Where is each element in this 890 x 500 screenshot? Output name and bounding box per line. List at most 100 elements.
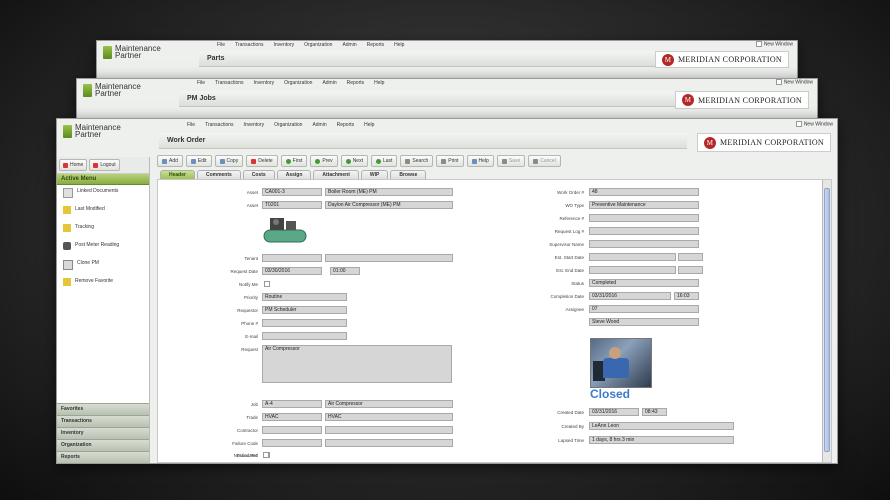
- sidebar-section-transactions[interactable]: Transactions: [57, 415, 149, 427]
- new-window-link[interactable]: New Window: [756, 41, 793, 47]
- tenant-field[interactable]: [262, 254, 322, 262]
- asset-field[interactable]: CA001-3: [262, 188, 322, 196]
- sidebar-item-linked-documents[interactable]: Linked Documents: [57, 185, 149, 203]
- request-time-field[interactable]: 01:00: [330, 267, 360, 275]
- assignee-name-field[interactable]: Steve Wood: [589, 318, 699, 326]
- last-button[interactable]: Last: [370, 155, 398, 167]
- est-start-time-field[interactable]: [678, 253, 703, 261]
- status-field[interactable]: Completed: [589, 279, 699, 287]
- print-button[interactable]: Print: [436, 155, 464, 167]
- menu-file[interactable]: File: [187, 122, 195, 128]
- menu-transactions[interactable]: Transactions: [235, 42, 263, 48]
- new-window-checkbox[interactable]: [776, 79, 783, 85]
- completion-time-field[interactable]: 16:03: [674, 292, 699, 300]
- active-menu-header[interactable]: Active Menu: [57, 174, 149, 185]
- menu-transactions[interactable]: Transactions: [215, 80, 243, 86]
- contractor-field[interactable]: [262, 426, 322, 434]
- menu-organization[interactable]: Organization: [274, 122, 302, 128]
- prev-button[interactable]: Prev: [310, 155, 338, 167]
- email-field[interactable]: [262, 332, 347, 340]
- menu-organization[interactable]: Organization: [284, 80, 312, 86]
- cancel-button[interactable]: Cancel: [528, 155, 561, 167]
- menu-admin[interactable]: Admin: [312, 122, 326, 128]
- new-window-checkbox[interactable]: [756, 41, 763, 47]
- menu-reports[interactable]: Reports: [337, 122, 355, 128]
- menu-help[interactable]: Help: [374, 80, 384, 86]
- search-button[interactable]: Search: [400, 155, 434, 167]
- created-by-field[interactable]: LeAnn Leon: [589, 422, 734, 430]
- sidebar-item-post-meter-reading[interactable]: Post Meter Reading: [57, 239, 149, 257]
- trade-field[interactable]: HVAC: [262, 413, 322, 421]
- sidebar-section-inventory[interactable]: Inventory: [57, 427, 149, 439]
- first-button[interactable]: First: [280, 155, 308, 167]
- supervisor-field[interactable]: [589, 240, 699, 248]
- tab-wip[interactable]: WIP: [360, 170, 389, 179]
- menu-admin[interactable]: Admin: [342, 42, 356, 48]
- work-order-number-field[interactable]: 48: [589, 188, 699, 196]
- menu-file[interactable]: File: [197, 80, 205, 86]
- sidebar-item-tracking[interactable]: Tracking: [57, 221, 149, 239]
- menu-inventory[interactable]: Inventory: [274, 42, 295, 48]
- completion-date-field[interactable]: 03/31/2016: [589, 292, 671, 300]
- menu-help[interactable]: Help: [364, 122, 374, 128]
- delete-button[interactable]: Delete: [246, 155, 278, 167]
- contractor-description-field[interactable]: [325, 426, 453, 434]
- trade-description-field[interactable]: HVAC: [325, 413, 453, 421]
- sidebar-section-organization[interactable]: Organization: [57, 439, 149, 451]
- menu-inventory[interactable]: Inventory: [244, 122, 265, 128]
- sidebar-item-clone-pm[interactable]: Clone PM: [57, 257, 149, 275]
- failed-pm-checkbox[interactable]: [263, 452, 269, 458]
- logout-button[interactable]: Logout: [89, 159, 120, 171]
- menu-help[interactable]: Help: [394, 42, 404, 48]
- menu-admin[interactable]: Admin: [322, 80, 336, 86]
- help-button[interactable]: Help: [466, 155, 494, 167]
- est-end-date-field[interactable]: [589, 266, 676, 274]
- request-log-field[interactable]: [589, 227, 699, 235]
- priority-field[interactable]: Routine: [262, 293, 347, 301]
- tab-header[interactable]: Header: [160, 170, 195, 179]
- copy-button[interactable]: Copy: [214, 155, 244, 167]
- save-button[interactable]: Save: [496, 155, 526, 167]
- created-date-field[interactable]: 03/31/2016: [589, 408, 639, 416]
- next-button[interactable]: Next: [340, 155, 368, 167]
- menu-organization[interactable]: Organization: [304, 42, 332, 48]
- work-order-window[interactable]: Maintenance Partner File Transactions Inv…: [56, 118, 838, 464]
- failure-code-description-field[interactable]: [325, 439, 453, 447]
- new-window-link[interactable]: New Window: [796, 121, 833, 127]
- form-scrollbar[interactable]: [822, 180, 831, 462]
- reference-number-field[interactable]: [589, 214, 699, 222]
- phone-field[interactable]: [262, 319, 347, 327]
- sidebar-item-remove-favorite[interactable]: Remove Favorite: [57, 275, 149, 293]
- tab-browse[interactable]: Browse: [390, 170, 427, 179]
- tab-costs[interactable]: Costs: [242, 170, 275, 179]
- new-window-link[interactable]: New Window: [776, 79, 813, 85]
- wo-type-field[interactable]: Preventive Maintenance: [589, 201, 699, 209]
- add-button[interactable]: Add: [157, 155, 183, 167]
- sidebar-section-reports[interactable]: Reports: [57, 451, 149, 463]
- edit-button[interactable]: Edit: [185, 155, 212, 167]
- menu-reports[interactable]: Reports: [367, 42, 385, 48]
- home-button[interactable]: Home: [59, 159, 88, 171]
- menu-transactions[interactable]: Transactions: [205, 122, 233, 128]
- request-textarea[interactable]: Air Compressor: [262, 345, 452, 383]
- est-end-time-field[interactable]: [678, 266, 703, 274]
- request-date-field[interactable]: 03/30/2016: [262, 267, 322, 275]
- failure-code-field[interactable]: [262, 439, 322, 447]
- sidebar-item-last-modified[interactable]: Last Modified: [57, 203, 149, 221]
- job-field[interactable]: A-4: [262, 400, 322, 408]
- tenant-description-field[interactable]: [325, 254, 453, 262]
- assignee-code-field[interactable]: 07: [589, 305, 699, 313]
- new-window-checkbox[interactable]: [796, 121, 803, 127]
- job-description-field[interactable]: Air Compressor: [325, 400, 453, 408]
- requestor-field[interactable]: PM Scheduler: [262, 306, 347, 314]
- tab-assign[interactable]: Assign: [276, 170, 312, 179]
- lapsed-time-field[interactable]: 1 days, 8 hrs 3 min: [589, 436, 734, 444]
- menu-reports[interactable]: Reports: [347, 80, 365, 86]
- tab-comments[interactable]: Comments: [196, 170, 241, 179]
- asset-description-field[interactable]: Boiler Room (ME) PM: [325, 188, 453, 196]
- menu-inventory[interactable]: Inventory: [254, 80, 275, 86]
- asset2-field[interactable]: T0201: [262, 201, 322, 209]
- est-start-date-field[interactable]: [589, 253, 676, 261]
- created-time-field[interactable]: 08:43: [642, 408, 667, 416]
- scrollbar-thumb[interactable]: [824, 188, 830, 452]
